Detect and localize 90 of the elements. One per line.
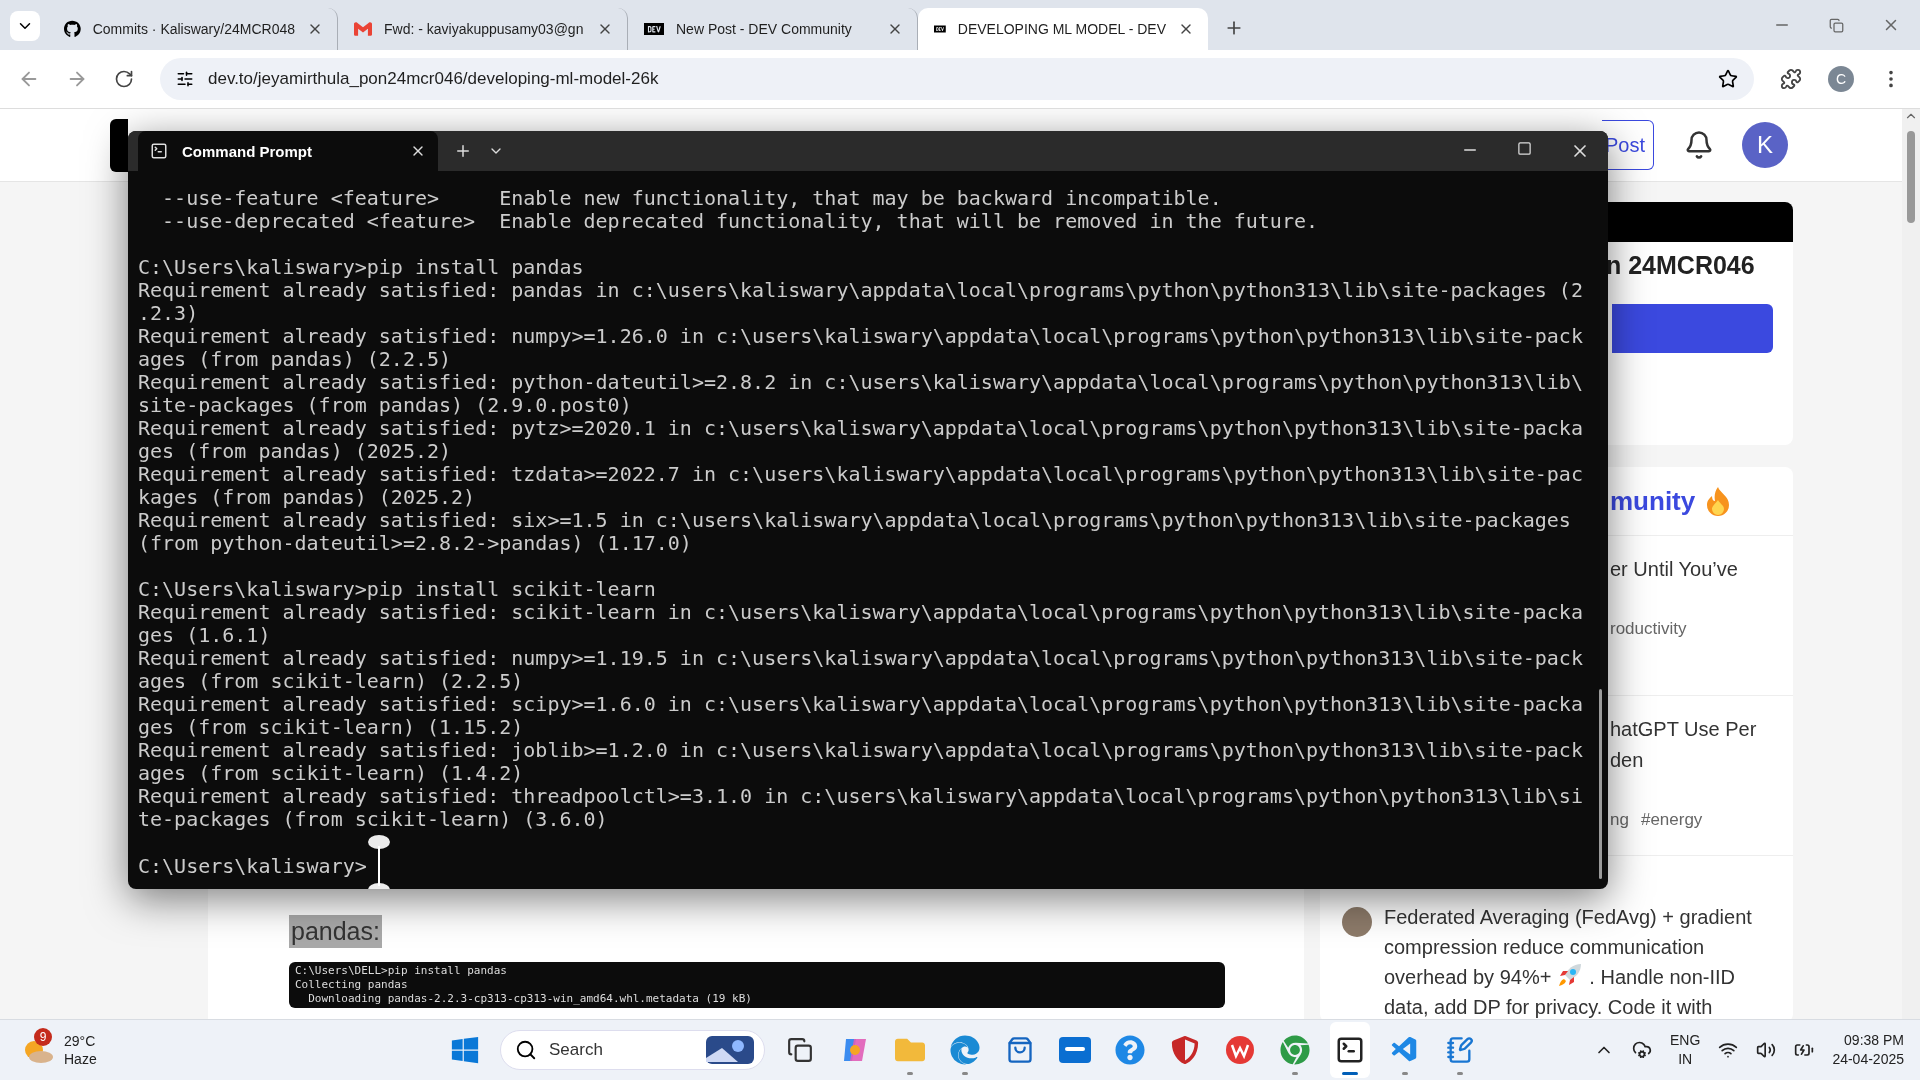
search-highlight-icon[interactable] <box>706 1036 754 1064</box>
wps-icon[interactable] <box>1225 1035 1255 1065</box>
fire-icon <box>1705 486 1732 516</box>
terminal-tab-title: Command Prompt <box>182 142 313 160</box>
terminal-tab[interactable]: Command Prompt <box>138 131 438 171</box>
volume-icon[interactable] <box>1756 1040 1777 1060</box>
terminal-line: Requirement already satisfied: numpy>=1.26.0 in c:\users\kaliswary\appdata\local\programs\python\python313\lib\site-pack <box>138 325 1584 348</box>
terminal-line: ages (from scikit-learn) (1.4.2) <box>138 762 525 785</box>
github-icon <box>64 19 81 39</box>
terminal-line: Requirement already satisfied: pytz>=2020.1 in c:\users\kaliswary\appdata\local\programs\python\python313\lib\site-packa <box>138 417 1584 440</box>
terminal-line: .2.3) <box>138 302 200 325</box>
notepad-icon[interactable] <box>1446 1036 1474 1064</box>
tab-title: Commits · Kaliswary/24MCR048 <box>92 21 295 37</box>
tab-list-button[interactable] <box>10 11 40 41</box>
terminal-line: ages (from scikit-learn) (2.2.5) <box>138 670 525 693</box>
terminal-line: Requirement already satisfied: scikit-learn in c:\users\kaliswary\appdata\local\programs\python\python313\lib\site-packa <box>138 601 1584 624</box>
browser-tab[interactable]: DEVELOPING ML MODEL - DEV <box>918 8 1208 50</box>
maximize-icon[interactable] <box>1517 141 1532 156</box>
terminal-line: --use-feature <feature> Enable new functionality, that may be backward incompatible. <box>161 187 1223 210</box>
help-icon[interactable] <box>1115 1035 1145 1065</box>
terminal-line: Requirement already satisfied: six>=1.5 in c:\users\kaliswary\appdata\local\programs\python\python313\lib\site-packages <box>138 509 1572 532</box>
extensions-icon[interactable] <box>1780 68 1802 90</box>
search-icon <box>515 1039 537 1061</box>
terminal-line: Requirement already satisfied: numpy>=1.19.5 in c:\users\kaliswary\appdata\local\programs\python\python313\lib\site-pack <box>138 647 1584 670</box>
language-indicator[interactable]: ENG IN <box>1670 1031 1701 1069</box>
terminal-icon[interactable] <box>1335 1035 1365 1065</box>
terminal-line: Requirement already satisfied: python-dateutil>=2.8.2 in c:\users\kaliswary\appdata\local\programs\python\python313\lib\ <box>138 371 1584 394</box>
clock[interactable]: 09:38 PM 24-04-2025 <box>1832 1031 1904 1069</box>
terminal-line: C:\Users\kaliswary>pip install scikit-learn <box>138 578 657 601</box>
restore-icon[interactable] <box>1829 17 1844 33</box>
terminal-line: ges (1.6.1) <box>138 624 272 647</box>
post-tag[interactable]: roductivity <box>1610 619 1687 639</box>
user-avatar[interactable]: K <box>1742 122 1788 168</box>
terminal-line: C:\Users\kaliswary> <box>138 854 367 878</box>
terminal-line: Requirement already satisfied: joblib>=1.2.0 in c:\users\kaliswary\appdata\local\programs\python\python313\lib\site-pack <box>138 739 1584 762</box>
search-bar[interactable]: Search <box>500 1030 765 1070</box>
text-cursor-icon <box>366 834 391 889</box>
profile-avatar[interactable]: C <box>1828 66 1854 92</box>
store-icon[interactable] <box>1006 1036 1034 1064</box>
mail-icon <box>354 20 372 38</box>
post-tag[interactable]: ng <box>1610 810 1629 830</box>
commenter-avatar <box>1342 907 1372 937</box>
discussion-heading: munity <box>1610 485 1696 517</box>
terminal-line: Requirement already satisfied: scipy>=1.6.0 in c:\users\kaliswary\appdata\local\programs\python\python313\lib\site-packa <box>138 693 1584 716</box>
terminal-line: ges (from scikit-learn) (1.15.2) <box>138 716 525 739</box>
terminal-line: --use-deprecated <feature> Enable deprecated functionality, that will be removed in the future. <box>161 210 1320 233</box>
notification-badge: 9 <box>34 1028 52 1046</box>
terminal-line: ages (from pandas) (2.2.5) <box>138 348 453 371</box>
new-tab-icon[interactable] <box>454 142 472 160</box>
site-info-icon[interactable] <box>176 70 194 88</box>
terminal-line: Requirement already satisfied: threadpoolctl>=3.1.0 in c:\users\kaliswary\appdata\local\programs\python\python313\lib\si <box>138 785 1584 808</box>
wifi-icon[interactable] <box>1718 1040 1739 1060</box>
temperature-text: 29°C <box>64 1032 97 1050</box>
post-tag[interactable]: #energy <box>1640 810 1703 830</box>
hp-app-icon[interactable] <box>1059 1037 1091 1063</box>
tab-title: DEVELOPING ML MODEL - DEV <box>957 21 1166 37</box>
scrollbar-thumb[interactable] <box>1907 131 1915 223</box>
shield-icon[interactable] <box>1171 1036 1199 1064</box>
weather-condition: Haze <box>64 1050 97 1068</box>
bookmark-star-icon[interactable] <box>1718 69 1738 89</box>
terminal-icon <box>150 142 168 160</box>
post-title[interactable]: er Until You’ve <box>1610 554 1793 585</box>
url-text: dev.to/jeyamirthula_pon24mcr046/developing-ml-model-26k <box>208 69 660 89</box>
terminal-line: kages (from pandas) (2025.2) <box>138 486 477 509</box>
terminal-line: C:\Users\kaliswary>pip install pandas <box>138 256 585 279</box>
chrome-icon[interactable] <box>1280 1035 1310 1065</box>
code-line: Collecting pandas <box>295 978 409 992</box>
terminal-line: Requirement already satisfied: tzdata>=2022.7 in c:\users\kaliswary\appdata\local\programs\python\python313\lib\site-pac <box>138 463 1584 486</box>
tab-title: Fwd: - kaviyakuppusamy03@gn <box>384 21 585 37</box>
author-name: n 24MCR046 <box>1606 250 1756 280</box>
terminal-line: ges (from pandas) (2025.2) <box>138 440 453 463</box>
edge-icon[interactable] <box>950 1035 980 1065</box>
reload-icon[interactable] <box>114 69 134 89</box>
cloud-icon[interactable] <box>1632 1040 1653 1060</box>
tab-title: New Post - DEV Community <box>676 21 853 37</box>
terminal-line: te-packages (from scikit-learn) (3.6.0) <box>138 808 609 831</box>
task-view-icon[interactable] <box>787 1037 813 1063</box>
windows-icon[interactable] <box>450 1035 480 1065</box>
post-title[interactable]: hatGPT Use Per den <box>1610 714 1793 776</box>
terminal-line: Requirement already satisfied: pandas in c:\users\kaliswary\appdata\local\programs\python\python313\lib\site-packages (2 <box>138 279 1584 302</box>
comment-text: Federated Averaging (FedAvg) + gradient compression reduce communication overhead by 94%+ . Handle non-IID data, add DP for privacy. Code it with <box>1384 905 1752 1019</box>
notifications-icon[interactable] <box>1684 130 1714 160</box>
code-line: Downloading pandas-2.2.3-cp313-cp313-win_amd64.whl.metadata (19 kB) <box>307 992 753 1006</box>
address-bar[interactable]: dev.to/jeyamirthula_pon24mcr046/developing-ml-model-26k <box>160 58 1754 100</box>
terminal-line: site-packages (from pandas) (2.9.0.post0) <box>138 394 633 417</box>
highlighted-text: pandas: <box>289 915 382 948</box>
rocket-icon <box>1557 962 1584 988</box>
code-line: C:\Users\DELL>pip install pandas <box>295 964 508 978</box>
terminal-line: (from python-dateutil>=2.8.2->pandas) (1.17.0) <box>138 532 693 555</box>
search-input[interactable]: Search <box>547 1039 696 1061</box>
